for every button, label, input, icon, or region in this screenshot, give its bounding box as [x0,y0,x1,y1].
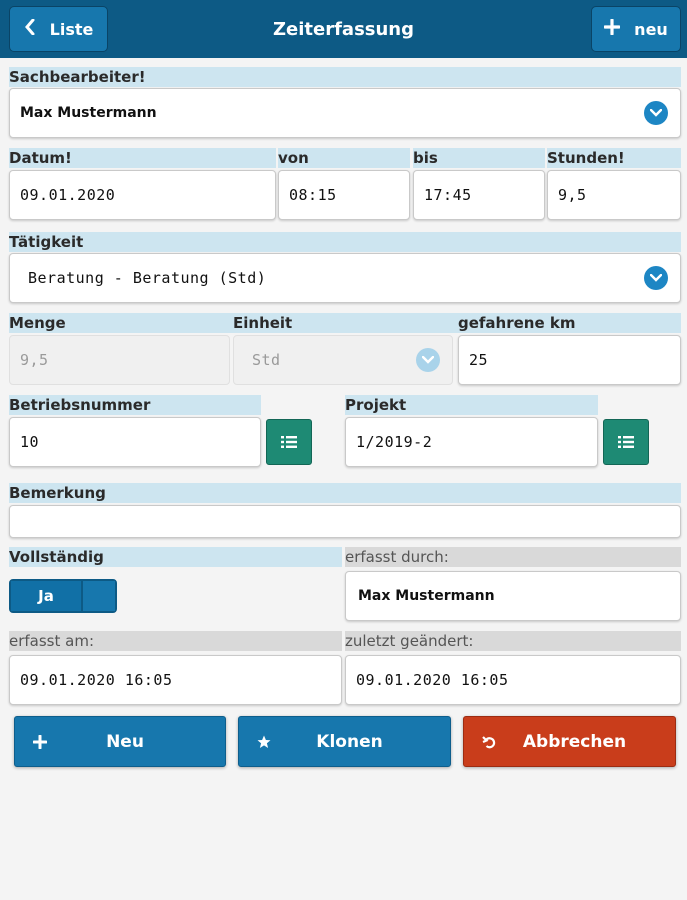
menge-input: 9,5 [9,335,230,385]
star-icon [239,735,289,749]
chevron-down-icon [644,101,668,125]
sachbearbeiter-select[interactable]: Max Mustermann [9,88,681,138]
km-input[interactable]: 25 [458,335,681,385]
list-icon [281,433,297,452]
list-icon [618,433,634,452]
bis-label: bis [413,148,545,168]
chevron-left-icon [24,18,36,39]
betriebsnummer-input[interactable]: 10 [9,417,261,467]
erfasst-durch-label: erfasst durch: [345,547,681,567]
km-label: gefahrene km [458,314,576,332]
neu-button-label: Neu [106,731,144,752]
taetigkeit-select[interactable]: Beratung - Beratung (Std) [9,253,681,303]
plus-icon [15,734,65,749]
betriebsnummer-list-button[interactable] [266,419,312,465]
bis-input[interactable]: 17:45 [413,170,545,220]
projekt-input[interactable]: 1/2019-2 [345,417,598,467]
zuletzt-geaendert-value: 09.01.2020 16:05 [345,655,681,705]
back-button-label: Liste [49,19,94,39]
toggle-on-label: Ja [11,581,83,611]
stunden-input[interactable]: 9,5 [547,170,681,220]
projekt-list-button[interactable] [603,419,649,465]
page-title: Zeiterfassung [272,18,415,40]
von-label: von [278,148,410,168]
chevron-down-icon [416,348,440,372]
vollstaendig-label: Vollständig [9,547,342,567]
einheit-label: Einheit [233,314,293,332]
new-button-label: neu [634,19,668,39]
projekt-label: Projekt [345,395,598,415]
plus-icon [603,18,621,39]
abbrechen-button-label: Abbrechen [522,731,627,752]
zuletzt-geaendert-label: zuletzt geändert: [345,631,681,651]
erfasst-durch-value: Max Mustermann [345,571,681,621]
einheit-select: Std [233,335,453,385]
sachbearbeiter-value: Max Mustermann [20,105,157,121]
taetigkeit-value: Beratung - Beratung (Std) [28,269,267,287]
new-button[interactable]: neu [591,6,681,52]
bemerkung-label: Bemerkung [9,483,681,503]
einheit-value: Std [252,351,281,369]
back-button[interactable]: Liste [9,6,108,52]
klonen-button-label: Klonen [316,731,383,752]
erfasst-am-label: erfasst am: [9,631,342,651]
menge-label: Menge [9,314,66,332]
klonen-button[interactable]: Klonen [238,716,451,767]
stunden-label: Stunden! [547,148,681,168]
sachbearbeiter-label: Sachbearbeiter! [9,67,681,87]
betriebsnummer-label: Betriebsnummer [9,395,261,415]
toggle-knob [83,581,115,611]
neu-button[interactable]: Neu [14,716,226,767]
vollstaendig-toggle[interactable]: Ja [9,579,117,613]
taetigkeit-label: Tätigkeit [9,232,681,252]
datum-input[interactable]: 09.01.2020 [9,170,276,220]
datum-label: Datum! [9,148,276,168]
chevron-down-icon [644,266,668,290]
von-input[interactable]: 08:15 [278,170,410,220]
undo-icon [464,735,514,749]
abbrechen-button[interactable]: Abbrechen [463,716,676,767]
erfasst-am-value: 09.01.2020 16:05 [9,655,342,705]
bemerkung-input[interactable] [9,505,681,538]
